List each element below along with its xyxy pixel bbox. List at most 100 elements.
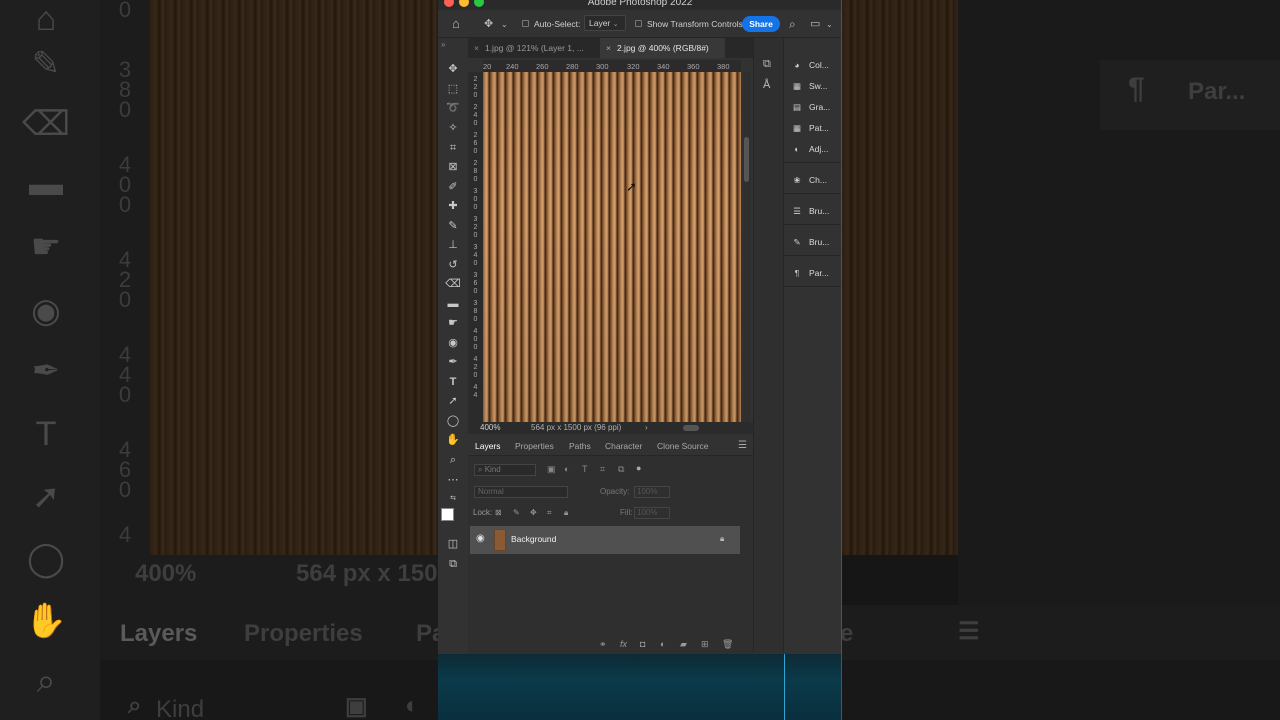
lock-position-icon[interactable]: ✥ bbox=[530, 507, 537, 519]
eraser-tool-icon[interactable]: ⌫ bbox=[445, 276, 461, 292]
eyedropper-tool-icon[interactable]: ✐ bbox=[445, 179, 461, 195]
zoom-level[interactable]: 400% bbox=[480, 422, 500, 434]
panel-paragraph[interactable]: ¶ Par... bbox=[790, 266, 840, 280]
tab-character[interactable]: Character bbox=[605, 436, 642, 456]
layer-lock-icon[interactable]: 🔒︎ bbox=[720, 534, 724, 544]
ruler-digit: 2 bbox=[473, 76, 478, 83]
marquee-tool-icon[interactable]: ⬚ bbox=[445, 81, 461, 97]
panel-patterns[interactable]: ▦ Pat... bbox=[790, 121, 840, 135]
tab-properties[interactable]: Properties bbox=[515, 436, 554, 456]
tab-1jpg[interactable]: × 1.jpg @ 121% (Layer 1, ... bbox=[468, 38, 600, 58]
ruler-digit: 0 bbox=[473, 92, 478, 99]
lock-pixels-icon[interactable]: ⊠ bbox=[495, 507, 502, 519]
scrollbar-thumb[interactable] bbox=[744, 137, 749, 182]
auto-select-dropdown[interactable]: Layer ⌄ bbox=[584, 15, 626, 31]
link-layers-icon[interactable]: ⚭ bbox=[599, 639, 607, 650]
collapse-toolbar-icon[interactable]: » bbox=[441, 39, 445, 51]
foreground-color-swatch[interactable] bbox=[441, 508, 454, 521]
panel-gradients[interactable]: ▤ Gra... bbox=[790, 100, 840, 114]
panel-divider bbox=[784, 255, 842, 256]
panel-channels[interactable]: ❀ Ch... bbox=[790, 173, 840, 187]
filter-toggle-icon[interactable]: ● bbox=[636, 463, 641, 473]
dodge-tool-icon[interactable]: ◉ bbox=[445, 335, 461, 351]
opacity-input[interactable]: 100% bbox=[634, 486, 670, 498]
share-button[interactable]: Share bbox=[742, 16, 780, 32]
workspace-chevron-icon[interactable]: ⌄ bbox=[826, 19, 833, 31]
gradient-tool-icon[interactable]: ▬ bbox=[445, 296, 461, 312]
lock-all-icon[interactable]: 🔒︎ bbox=[564, 507, 568, 519]
swap-colors-icon[interactable]: ⇆ bbox=[445, 494, 461, 504]
path-select-tool-icon[interactable]: ➚ bbox=[445, 393, 461, 409]
lasso-tool-icon[interactable]: ➰ bbox=[445, 100, 461, 116]
screen-mode-icon[interactable]: ⧉ bbox=[445, 556, 461, 572]
status-arrow-icon[interactable]: › bbox=[645, 422, 648, 434]
fx-icon[interactable]: fx bbox=[620, 639, 627, 649]
search-icon[interactable]: ⌕ bbox=[789, 18, 796, 30]
close-tab-icon[interactable]: × bbox=[606, 43, 611, 53]
layer-row-background[interactable]: ◉ Background 🔒︎ bbox=[470, 526, 740, 554]
type-tool-icon[interactable]: T bbox=[445, 374, 461, 390]
history-brush-icon[interactable]: ↺ bbox=[445, 257, 461, 273]
move-tool-icon[interactable]: ✥ bbox=[484, 18, 493, 30]
tab-2jpg[interactable]: × 2.jpg @ 400% (RGB/8#) bbox=[600, 38, 725, 58]
crop-tool-icon[interactable]: ⌗ bbox=[445, 140, 461, 156]
history-panel-icon[interactable]: ⧉ bbox=[763, 58, 771, 70]
document-canvas[interactable]: ➚ bbox=[483, 72, 741, 422]
horizontal-scroll-thumb[interactable] bbox=[683, 425, 699, 431]
new-adjustment-icon[interactable]: ◐ bbox=[660, 639, 665, 649]
filter-shape-icon[interactable]: ⌗ bbox=[600, 464, 605, 475]
bg-zoom-icon: ⌕ bbox=[36, 662, 56, 700]
filter-pixel-icon[interactable]: ▣ bbox=[547, 464, 556, 475]
character-panel-icon[interactable]: Å bbox=[763, 79, 770, 91]
tab-paths[interactable]: Paths bbox=[569, 436, 591, 456]
panel-menu-icon[interactable]: ☰ bbox=[738, 436, 747, 456]
kind-filter[interactable]: ⌕ Kind bbox=[474, 464, 536, 476]
bg-image-icon: ▣ bbox=[345, 693, 368, 720]
filter-type-icon[interactable]: T bbox=[582, 464, 588, 474]
delete-layer-icon[interactable]: 🗑︎ bbox=[722, 639, 733, 650]
ruler-tick: 20 bbox=[483, 62, 492, 71]
ellipse-tool-icon[interactable]: ◯ bbox=[445, 413, 461, 429]
hand-tool-icon[interactable]: ✋ bbox=[445, 432, 461, 448]
smudge-tool-icon[interactable]: ☛ bbox=[445, 315, 461, 331]
fill-input[interactable]: 100% bbox=[634, 507, 670, 519]
panel-brushes[interactable]: ✎ Bru... bbox=[790, 235, 840, 249]
quick-select-tool-icon[interactable]: ✧ bbox=[445, 120, 461, 136]
quick-mask-icon[interactable]: ◫ bbox=[445, 536, 461, 552]
new-group-icon[interactable]: ▰ bbox=[680, 639, 687, 650]
panel-brush-settings[interactable]: ☰ Bru... bbox=[790, 204, 840, 218]
healing-brush-icon[interactable]: ✚ bbox=[445, 198, 461, 214]
workspace-icon[interactable]: ▭ bbox=[810, 18, 820, 30]
filter-adjustment-icon[interactable]: ◐ bbox=[564, 464, 569, 474]
clone-stamp-icon[interactable]: ⊥ bbox=[445, 237, 461, 253]
ruler-digit: 4 bbox=[473, 328, 478, 335]
zoom-tool-icon[interactable]: ⌕ bbox=[445, 452, 461, 468]
lock-artboard-icon[interactable]: ⌗ bbox=[547, 507, 552, 519]
visibility-eye-icon[interactable]: ◉ bbox=[476, 533, 485, 544]
panel-divider bbox=[784, 193, 842, 194]
bg-adjust-icon: ◐ bbox=[405, 692, 420, 719]
pen-tool-icon[interactable]: ✒ bbox=[445, 354, 461, 370]
add-mask-icon[interactable]: ◘ bbox=[640, 639, 645, 649]
panel-swatches[interactable]: ▦ Sw... bbox=[790, 79, 840, 93]
blend-mode-select[interactable]: Normal bbox=[474, 486, 568, 498]
patterns-icon: ▦ bbox=[792, 123, 802, 133]
frame-tool-icon[interactable]: ⊠ bbox=[445, 159, 461, 175]
panel-label: Ch... bbox=[809, 175, 827, 185]
chevron-down-icon[interactable]: ⌄ bbox=[501, 19, 508, 31]
canvas-scrollbar[interactable] bbox=[743, 72, 751, 422]
tab-clone-source[interactable]: Clone Source bbox=[657, 436, 709, 456]
close-tab-icon[interactable]: × bbox=[474, 43, 479, 53]
tab-layers[interactable]: Layers bbox=[475, 436, 501, 456]
auto-select-checkbox[interactable] bbox=[522, 20, 529, 27]
panel-adjustments[interactable]: ◐ Adj... bbox=[790, 142, 840, 156]
more-tools-icon[interactable]: ⋯ bbox=[445, 472, 461, 488]
transform-controls-checkbox[interactable] bbox=[635, 20, 642, 27]
brush-tool-icon[interactable]: ✎ bbox=[445, 218, 461, 234]
lock-image-icon[interactable]: ✎ bbox=[513, 507, 520, 519]
home-icon[interactable]: ⌂ bbox=[452, 17, 460, 30]
filter-smartobject-icon[interactable]: ⧉ bbox=[618, 464, 624, 475]
new-layer-icon[interactable]: ⊞ bbox=[701, 639, 709, 650]
move-tool-icon[interactable]: ✥ bbox=[445, 61, 461, 77]
panel-color[interactable]: ◕ Col... bbox=[790, 58, 840, 72]
